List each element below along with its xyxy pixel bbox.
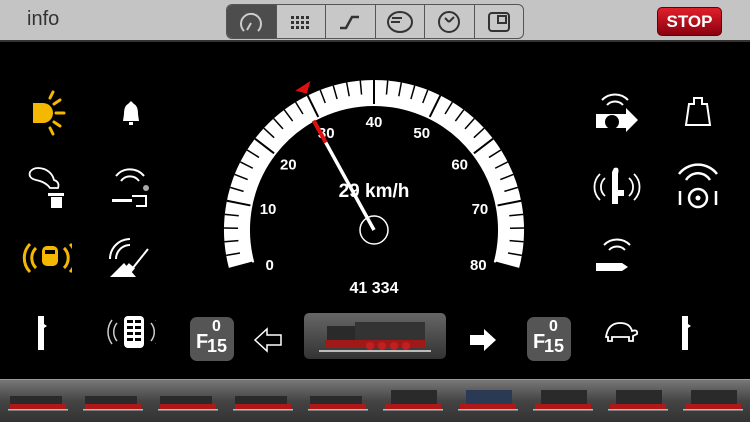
f-range-start: 0 [212, 318, 221, 335]
function-group-button-left[interactable]: F 0 15 [190, 317, 234, 361]
whistle-icon [596, 238, 631, 271]
function-group-button-right[interactable]: F 0 15 [527, 317, 571, 361]
function-bell[interactable] [106, 88, 156, 138]
weight-icon [684, 97, 712, 126]
locomotive-image [319, 322, 431, 352]
locomotive-thumbnail-icon [457, 389, 518, 410]
air-pump-icon [678, 163, 718, 209]
f-range-end: 15 [544, 336, 565, 356]
locomotive-thumbnail-icon [532, 389, 593, 410]
loco-thumbnail[interactable] [456, 386, 520, 417]
direction-reverse-button[interactable] [243, 315, 293, 365]
loco-thumbnail[interactable] [306, 386, 370, 417]
function-smoke[interactable] [22, 162, 72, 212]
function-water-pump[interactable] [592, 162, 642, 212]
odometer: 41 334 [350, 280, 399, 297]
scale-label: 70 [472, 201, 489, 218]
loco-thumbnail[interactable] [156, 386, 220, 417]
ventilator-sound-icon [596, 93, 638, 132]
vibration-icon [107, 316, 156, 348]
warning-horn-icon [22, 242, 72, 274]
scale-label: 80 [470, 257, 487, 274]
door-right-icon [682, 316, 691, 350]
locomotive-thumbnail-icon [382, 389, 443, 410]
target-speed-marker[interactable] [295, 80, 311, 94]
locomotive-thumbnail-icon [157, 395, 218, 410]
function-brake-sound[interactable] [106, 162, 156, 212]
scale-label: 40 [366, 114, 383, 131]
scale-label: 50 [413, 125, 430, 142]
scale-label: 10 [260, 201, 277, 218]
bell-icon [123, 101, 139, 125]
function-air-pump[interactable] [673, 162, 723, 212]
arrow-right-icon [470, 329, 496, 351]
sound-brake-icon [112, 168, 149, 207]
loco-thumbnail[interactable] [81, 386, 145, 417]
function-door-right[interactable] [663, 307, 713, 357]
f-range-end: 15 [207, 336, 228, 356]
f-range-start: 0 [549, 318, 558, 335]
locomotive-selector[interactable] [304, 313, 446, 359]
loco-thumbnail[interactable] [231, 386, 295, 417]
loco-thumbnail[interactable] [681, 386, 745, 417]
smoke-icon [28, 167, 64, 208]
loco-thumbnail[interactable] [606, 386, 670, 417]
locomotive-thumbnail-icon [607, 389, 668, 410]
function-vibration[interactable] [106, 307, 156, 357]
function-ventilator-sound[interactable] [592, 88, 642, 138]
direction-forward-button[interactable] [458, 315, 508, 365]
function-shovel-sound[interactable] [106, 233, 156, 283]
function-weight[interactable] [673, 88, 723, 138]
turtle-icon [604, 322, 639, 342]
door-left-icon [38, 316, 47, 350]
arrow-left-icon [253, 327, 282, 353]
locomotive-list[interactable] [0, 379, 750, 422]
function-warning-horn[interactable] [22, 233, 72, 283]
function-whistle[interactable] [592, 233, 642, 283]
locomotive-thumbnail-icon [232, 395, 293, 410]
locomotive-thumbnail-icon [307, 395, 368, 410]
scale-label: 20 [280, 156, 297, 173]
locomotive-thumbnail-icon [7, 395, 68, 410]
loco-thumbnail[interactable] [531, 386, 595, 417]
function-door-left[interactable] [19, 307, 69, 357]
function-shunting-speed[interactable] [595, 307, 645, 357]
locomotive-thumbnail-icon [82, 395, 143, 410]
water-pump-icon [593, 167, 641, 204]
locomotive-thumbnail-icon [682, 389, 743, 410]
shovel-sound-icon [109, 238, 149, 277]
loco-thumbnail[interactable] [381, 386, 445, 417]
scale-label: 0 [266, 257, 274, 274]
headlight-icon [33, 90, 66, 136]
function-headlight[interactable] [22, 88, 72, 138]
scale-label: 60 [451, 156, 468, 173]
loco-thumbnail[interactable] [6, 386, 70, 417]
